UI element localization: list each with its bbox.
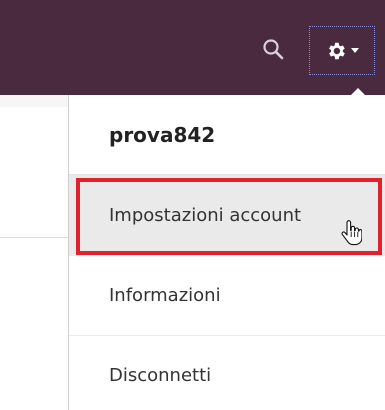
hand-cursor-icon bbox=[341, 220, 362, 246]
gear-icon bbox=[329, 42, 345, 59]
settings-button[interactable] bbox=[309, 26, 375, 75]
page: prova842 Impostazioni account Informazio… bbox=[0, 0, 385, 410]
divider bbox=[0, 237, 68, 238]
user-menu-dropdown: prova842 Impostazioni account Informazio… bbox=[68, 95, 385, 410]
menu-item-about[interactable]: Informazioni bbox=[69, 255, 385, 335]
menu-username: prova842 bbox=[69, 95, 385, 175]
menu-item-logout[interactable]: Disconnetti bbox=[69, 335, 385, 410]
background-strip bbox=[0, 95, 68, 107]
search-button[interactable] bbox=[258, 32, 288, 66]
menu-item-account-settings[interactable]: Impostazioni account bbox=[69, 175, 385, 255]
caret-down-icon bbox=[351, 47, 359, 53]
search-icon bbox=[263, 39, 284, 60]
top-bar bbox=[0, 0, 385, 95]
